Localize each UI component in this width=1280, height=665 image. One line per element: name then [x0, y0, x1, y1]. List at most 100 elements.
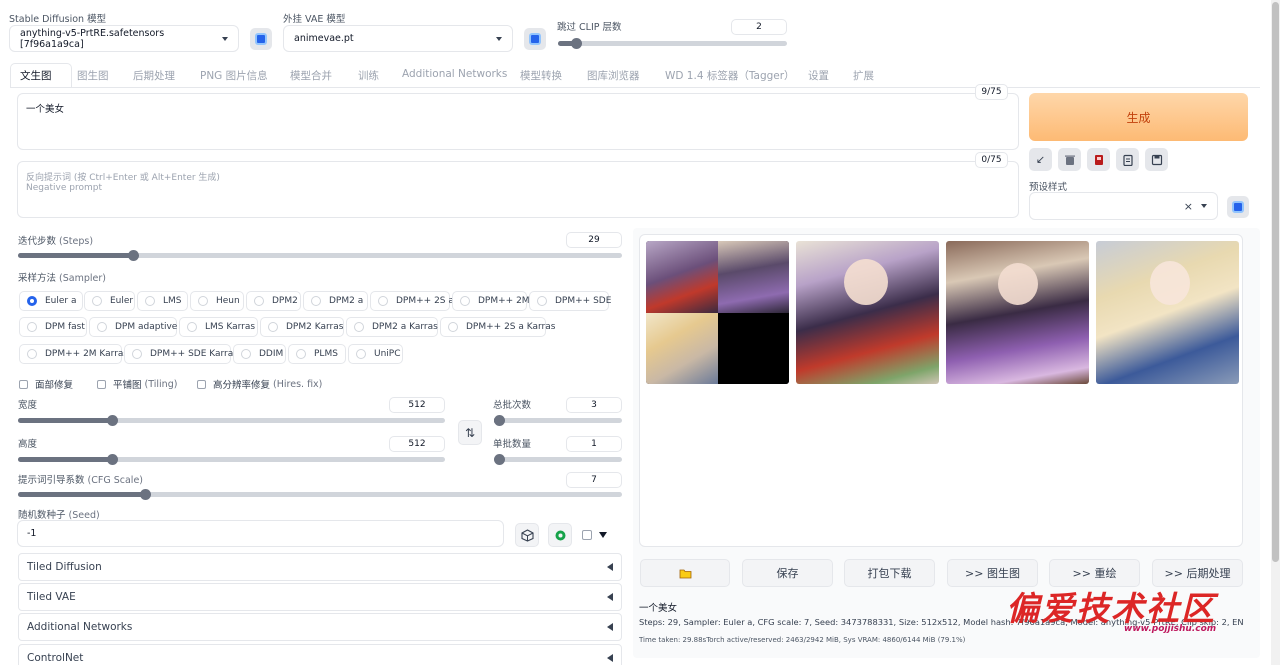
steps-slider[interactable] — [18, 250, 622, 261]
tab-extensions[interactable]: 扩展 — [853, 68, 874, 83]
refresh-models-button[interactable] — [250, 28, 272, 50]
slider-knob[interactable] — [140, 489, 151, 500]
steps-label: 迭代步数 (Steps) — [18, 236, 94, 247]
sampler-lms-karras[interactable]: LMS Karras — [179, 317, 258, 337]
tab-settings[interactable]: 设置 — [808, 68, 829, 83]
sampler-dpmpp-2s-a[interactable]: DPM++ 2S a — [370, 291, 454, 311]
style-icon[interactable] — [1087, 148, 1110, 171]
zip-download-button[interactable]: 打包下载 — [844, 559, 935, 587]
width-number[interactable]: 512 — [389, 397, 445, 413]
sampler-dpmpp-2m[interactable]: DPM++ 2M — [452, 291, 530, 311]
batch-size-slider[interactable] — [494, 454, 622, 465]
extra-seed-toggle-icon[interactable] — [599, 532, 607, 538]
seed-input[interactable]: -1 — [17, 520, 504, 547]
refresh-vae-button[interactable] — [524, 28, 546, 50]
tab-img2img[interactable]: 图生图 — [77, 68, 109, 83]
accordion-additional-networks[interactable]: Additional Networks — [18, 613, 622, 641]
sampler-ddim[interactable]: DDIM — [233, 344, 286, 364]
tab-model-convert[interactable]: 模型转换 — [520, 68, 562, 83]
slider-knob[interactable] — [128, 250, 139, 261]
styles-select[interactable]: × — [1029, 192, 1218, 220]
checkbox-box[interactable] — [197, 379, 206, 389]
batch-count-number[interactable]: 3 — [566, 397, 622, 413]
sampler-dpm2-a[interactable]: DPM2 a — [303, 291, 368, 311]
sampler-euler[interactable]: Euler — [84, 291, 135, 311]
gallery-image-1[interactable] — [796, 241, 939, 384]
sampler-dpm2[interactable]: DPM2 — [246, 291, 301, 311]
sampler-unipc[interactable]: UniPC — [348, 344, 403, 364]
generate-button[interactable]: 生成 — [1029, 93, 1248, 141]
sampler-dpmpp-2s-a-karras[interactable]: DPM++ 2S a Karras — [440, 317, 555, 337]
open-folder-button[interactable] — [640, 559, 730, 587]
tiling-checkbox[interactable]: 平铺图 (Tiling) — [97, 377, 177, 391]
refresh-styles-button[interactable] — [1227, 196, 1249, 218]
check-icon[interactable]: ↙ — [1029, 148, 1052, 171]
sampler-dpmpp-sde-karras[interactable]: DPM++ SDE Karras — [124, 344, 238, 364]
slider-fill — [18, 418, 112, 423]
scrollbar-thumb[interactable] — [1272, 2, 1279, 562]
radio-dot — [27, 349, 37, 359]
height-number[interactable]: 512 — [389, 436, 445, 452]
sd-model-select[interactable]: anything-v5-PrtRE.safetensors [7f96a1a9c… — [9, 25, 239, 52]
batch-size-number[interactable]: 1 — [566, 436, 622, 452]
tab-extras[interactable]: 后期处理 — [133, 68, 175, 83]
prompt-text: 一个美女 — [26, 104, 65, 115]
collapse-icon — [607, 593, 613, 601]
sampler-dpm2-karras[interactable]: DPM2 Karras — [260, 317, 344, 337]
gallery-image-2[interactable] — [946, 241, 1089, 384]
prompt-textarea[interactable]: 一个美女 — [17, 93, 1019, 150]
slider-knob[interactable] — [494, 454, 505, 465]
tab-checkpoint-merger[interactable]: 模型合并 — [290, 68, 332, 83]
slider-knob[interactable] — [571, 38, 582, 49]
height-slider[interactable] — [18, 454, 445, 465]
tab-image-browser[interactable]: 图库浏览器 — [587, 68, 640, 83]
sampler-dpm-fast[interactable]: DPM fast — [19, 317, 87, 337]
cfg-number[interactable]: 7 — [566, 472, 622, 488]
slider-knob[interactable] — [107, 415, 118, 426]
trash-icon[interactable] — [1058, 148, 1081, 171]
slider-knob[interactable] — [107, 454, 118, 465]
sampler-dpmpp-2m-karras[interactable]: DPM++ 2M Karras — [19, 344, 128, 364]
clip-skip-number[interactable]: 2 — [731, 19, 787, 35]
tab-tagger[interactable]: WD 1.4 标签器（Tagger） — [665, 68, 795, 83]
checkbox-box[interactable] — [97, 379, 106, 389]
width-slider[interactable] — [18, 415, 445, 426]
vae-value: animevae.pt — [294, 33, 354, 44]
checkbox-box[interactable] — [19, 379, 28, 389]
sampler-lms[interactable]: LMS — [137, 291, 188, 311]
save-button[interactable]: 保存 — [742, 559, 833, 587]
page-scrollbar[interactable] — [1271, 0, 1280, 665]
negative-prompt-textarea[interactable]: 反向提示词 (按 Ctrl+Enter 或 Alt+Enter 生成) Nega… — [17, 161, 1019, 218]
sampler-heun[interactable]: Heun — [190, 291, 244, 311]
accordion-controlnet[interactable]: ControlNet — [18, 644, 622, 665]
batch-count-label: 总批次数 — [493, 400, 532, 411]
slider-knob[interactable] — [494, 415, 505, 426]
sampler-euler-a[interactable]: Euler a — [19, 291, 83, 311]
sampler-plms[interactable]: PLMS — [288, 344, 346, 364]
steps-number[interactable]: 29 — [566, 232, 622, 248]
gallery-image-3[interactable] — [1096, 241, 1239, 384]
batch-count-slider[interactable] — [494, 415, 622, 426]
tab-txt2img[interactable]: 文生图 — [20, 68, 52, 83]
vae-select[interactable]: animevae.pt — [283, 25, 513, 52]
gallery-grid-image[interactable] — [646, 241, 789, 384]
hires-fix-checkbox[interactable]: 高分辨率修复 (Hires. fix) — [197, 377, 322, 391]
clear-icon[interactable]: × — [1184, 200, 1193, 213]
cfg-slider[interactable] — [18, 489, 622, 500]
clip-skip-slider[interactable] — [558, 38, 787, 49]
accordion-tiled-diffusion[interactable]: Tiled Diffusion — [18, 553, 622, 581]
restore-faces-checkbox[interactable]: 面部修复 — [19, 377, 73, 391]
sampler-dpmpp-sde[interactable]: DPM++ SDE — [529, 291, 611, 311]
tab-additional-networks[interactable]: Additional Networks — [402, 68, 507, 80]
tab-train[interactable]: 训练 — [358, 68, 379, 83]
sampler-dpm2-a-karras[interactable]: DPM2 a Karras — [346, 317, 438, 337]
sampler-dpm-adaptive[interactable]: DPM adaptive — [89, 317, 177, 337]
tab-png-info[interactable]: PNG 图片信息 — [200, 68, 268, 83]
accordion-tiled-vae[interactable]: Tiled VAE — [18, 583, 622, 611]
extra-seed-checkbox[interactable] — [582, 530, 592, 540]
swap-dimensions-button[interactable]: ⇅ — [458, 420, 482, 445]
save-icon[interactable] — [1145, 148, 1168, 171]
random-seed-button[interactable] — [515, 523, 539, 547]
clipboard-icon[interactable] — [1116, 148, 1139, 171]
reuse-seed-button[interactable] — [548, 523, 572, 547]
